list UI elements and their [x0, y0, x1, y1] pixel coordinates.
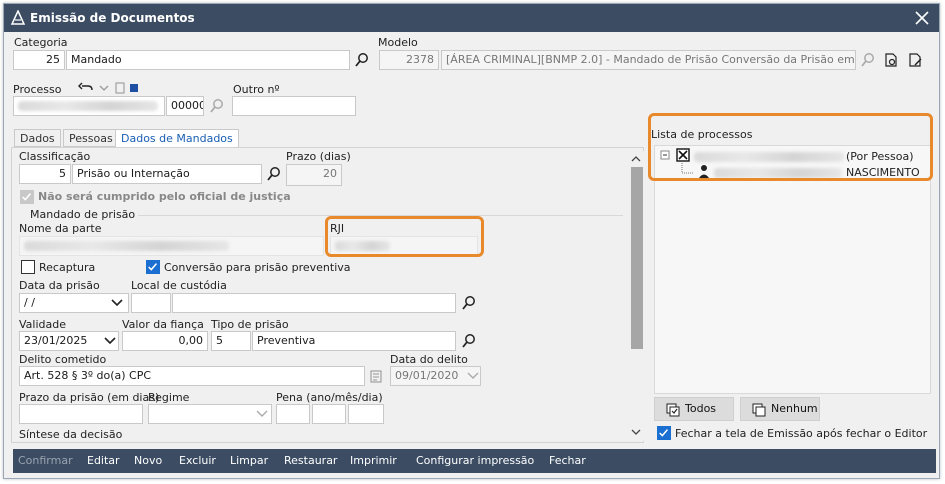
prazo-prisao-input[interactable] [19, 404, 143, 424]
pena-dia-input[interactable] [348, 404, 384, 424]
imprimir-button[interactable]: Imprimir [350, 454, 397, 467]
chevron-down-icon[interactable] [102, 333, 118, 349]
search-icon[interactable] [860, 52, 876, 68]
configurar-impressao-button[interactable]: Configurar impressão [416, 454, 534, 467]
search-icon[interactable] [266, 166, 282, 182]
modelo-label: Modelo [378, 36, 418, 49]
nenhum-button[interactable]: Nenhum [740, 397, 820, 421]
delito-input[interactable]: Art. 528 § 3º do(a) CPC [19, 366, 365, 386]
data-delito-label: Data do delito [390, 353, 468, 366]
tipo-prisao-name-input[interactable]: Preventiva [252, 331, 456, 351]
restaurar-button[interactable]: Restaurar [284, 454, 337, 467]
processo-number-input[interactable] [13, 96, 165, 116]
regime-label: Regime [148, 391, 190, 404]
todos-label: Todos [685, 402, 717, 415]
select-all-icon [666, 403, 680, 417]
limpar-button[interactable]: Limpar [230, 454, 268, 467]
search-icon[interactable] [354, 52, 370, 68]
edit-document-icon[interactable] [907, 52, 923, 68]
process-tree[interactable] [654, 145, 931, 394]
undo-icon[interactable] [78, 80, 94, 96]
conversao-checkbox[interactable] [146, 260, 160, 274]
mandado-group-label: Mandado de prisão [30, 208, 136, 221]
confirmar-button[interactable]: Confirmar [18, 454, 73, 467]
modelo-code-input[interactable]: 2378 [379, 50, 439, 70]
categoria-label: Categoria [14, 36, 68, 49]
emissao-window: Emissão de Documentos Categoria 25 Manda… [3, 3, 940, 479]
search-icon[interactable] [209, 98, 225, 114]
data-prisao-label: Data da prisão [19, 279, 100, 292]
delito-label: Delito cometido [19, 353, 107, 366]
chevron-down-icon[interactable] [96, 80, 112, 96]
processo-suffix-input[interactable]: 00000 [166, 96, 204, 116]
nenhum-label: Nenhum [771, 402, 818, 415]
tab-dados[interactable]: Dados [14, 129, 61, 147]
categoria-name-input[interactable]: Mandado [66, 50, 350, 70]
chevron-down-icon[interactable] [465, 368, 481, 384]
nome-parte-label: Nome da parte [19, 222, 102, 235]
recaptura-checkbox[interactable] [21, 260, 35, 274]
tipo-prisao-label: Tipo de prisão [211, 318, 289, 331]
nome-parte-input[interactable] [19, 236, 324, 256]
rji-highlight [325, 216, 484, 257]
outro-numero-label: Outro nº [233, 83, 280, 96]
novo-button[interactable]: Novo [134, 454, 162, 467]
modelo-name-input[interactable]: [ÁREA CRIMINAL][BNMP 2.0] - Mandado de P… [441, 50, 856, 70]
pena-mes-input[interactable] [312, 404, 346, 424]
prazo-input[interactable]: 20 [286, 164, 342, 186]
valor-fianca-label: Valor da fiança [122, 318, 204, 331]
fechar-button[interactable]: Fechar [549, 454, 586, 467]
local-custodia-code-input[interactable] [131, 293, 171, 313]
lista-highlight [648, 113, 933, 181]
tab-pessoas[interactable]: Pessoas [63, 129, 119, 147]
data-delito-value: 09/01/2020 [395, 369, 459, 382]
search-icon[interactable] [461, 333, 477, 349]
stop-icon[interactable] [126, 80, 142, 96]
pena-label: Pena (ano/mês/dia) [276, 391, 383, 404]
editar-button[interactable]: Editar [87, 454, 120, 467]
todos-button[interactable]: Todos [654, 397, 734, 421]
chevron-down-icon[interactable] [254, 406, 270, 422]
fechar-tela-label: Fechar a tela de Emissão após fechar o E… [675, 427, 928, 440]
classificacao-name-input[interactable]: Prisão ou Internação [72, 164, 262, 184]
recaptura-label: Recaptura [39, 261, 96, 274]
valor-fianca-input[interactable]: 0,00 [122, 331, 208, 351]
app-logo-icon [10, 10, 26, 25]
pena-ano-input[interactable] [276, 404, 310, 424]
validade-label: Validade [19, 318, 66, 331]
prazo-label: Prazo (dias) [286, 150, 351, 163]
close-icon[interactable] [911, 7, 933, 29]
prazo-prisao-label: Prazo da prisão (em dias) [19, 391, 160, 404]
select-none-icon [752, 403, 766, 417]
classificacao-label: Classificação [19, 150, 91, 163]
tipo-prisao-code-input[interactable]: 5 [211, 331, 251, 351]
notes-icon[interactable] [368, 368, 384, 384]
validade-value: 23/01/2025 [24, 334, 88, 347]
excluir-button[interactable]: Excluir [179, 454, 216, 467]
categoria-code-input[interactable]: 25 [13, 50, 65, 70]
search-document-icon[interactable] [883, 52, 899, 68]
nao-cumprido-checkbox[interactable] [20, 190, 34, 204]
title-bar: Emissão de Documentos [4, 4, 939, 32]
local-custodia-name-input[interactable] [172, 293, 456, 313]
processo-label: Processo [13, 83, 62, 96]
outro-numero-input[interactable] [232, 96, 356, 116]
scrollbar-thumb[interactable] [631, 167, 643, 349]
fechar-tela-checkbox[interactable] [657, 426, 671, 440]
data-prisao-value: / / [24, 296, 35, 309]
nao-cumprido-label: Não será cumprido pelo oficial de justiç… [38, 190, 291, 203]
chevron-up-icon[interactable] [628, 151, 644, 167]
classificacao-code-input[interactable]: 5 [19, 164, 71, 184]
chevron-down-icon[interactable] [109, 295, 125, 311]
search-icon[interactable] [461, 295, 477, 311]
chevron-down-icon[interactable] [628, 424, 644, 440]
tab-dados-de-mandados[interactable]: Dados de Mandados [115, 129, 239, 148]
conversao-label: Conversão para prisão preventiva [164, 261, 351, 274]
window-title: Emissão de Documentos [30, 11, 195, 25]
sintese-label: Síntese da decisão [19, 428, 123, 441]
local-custodia-label: Local de custódia [131, 279, 227, 292]
